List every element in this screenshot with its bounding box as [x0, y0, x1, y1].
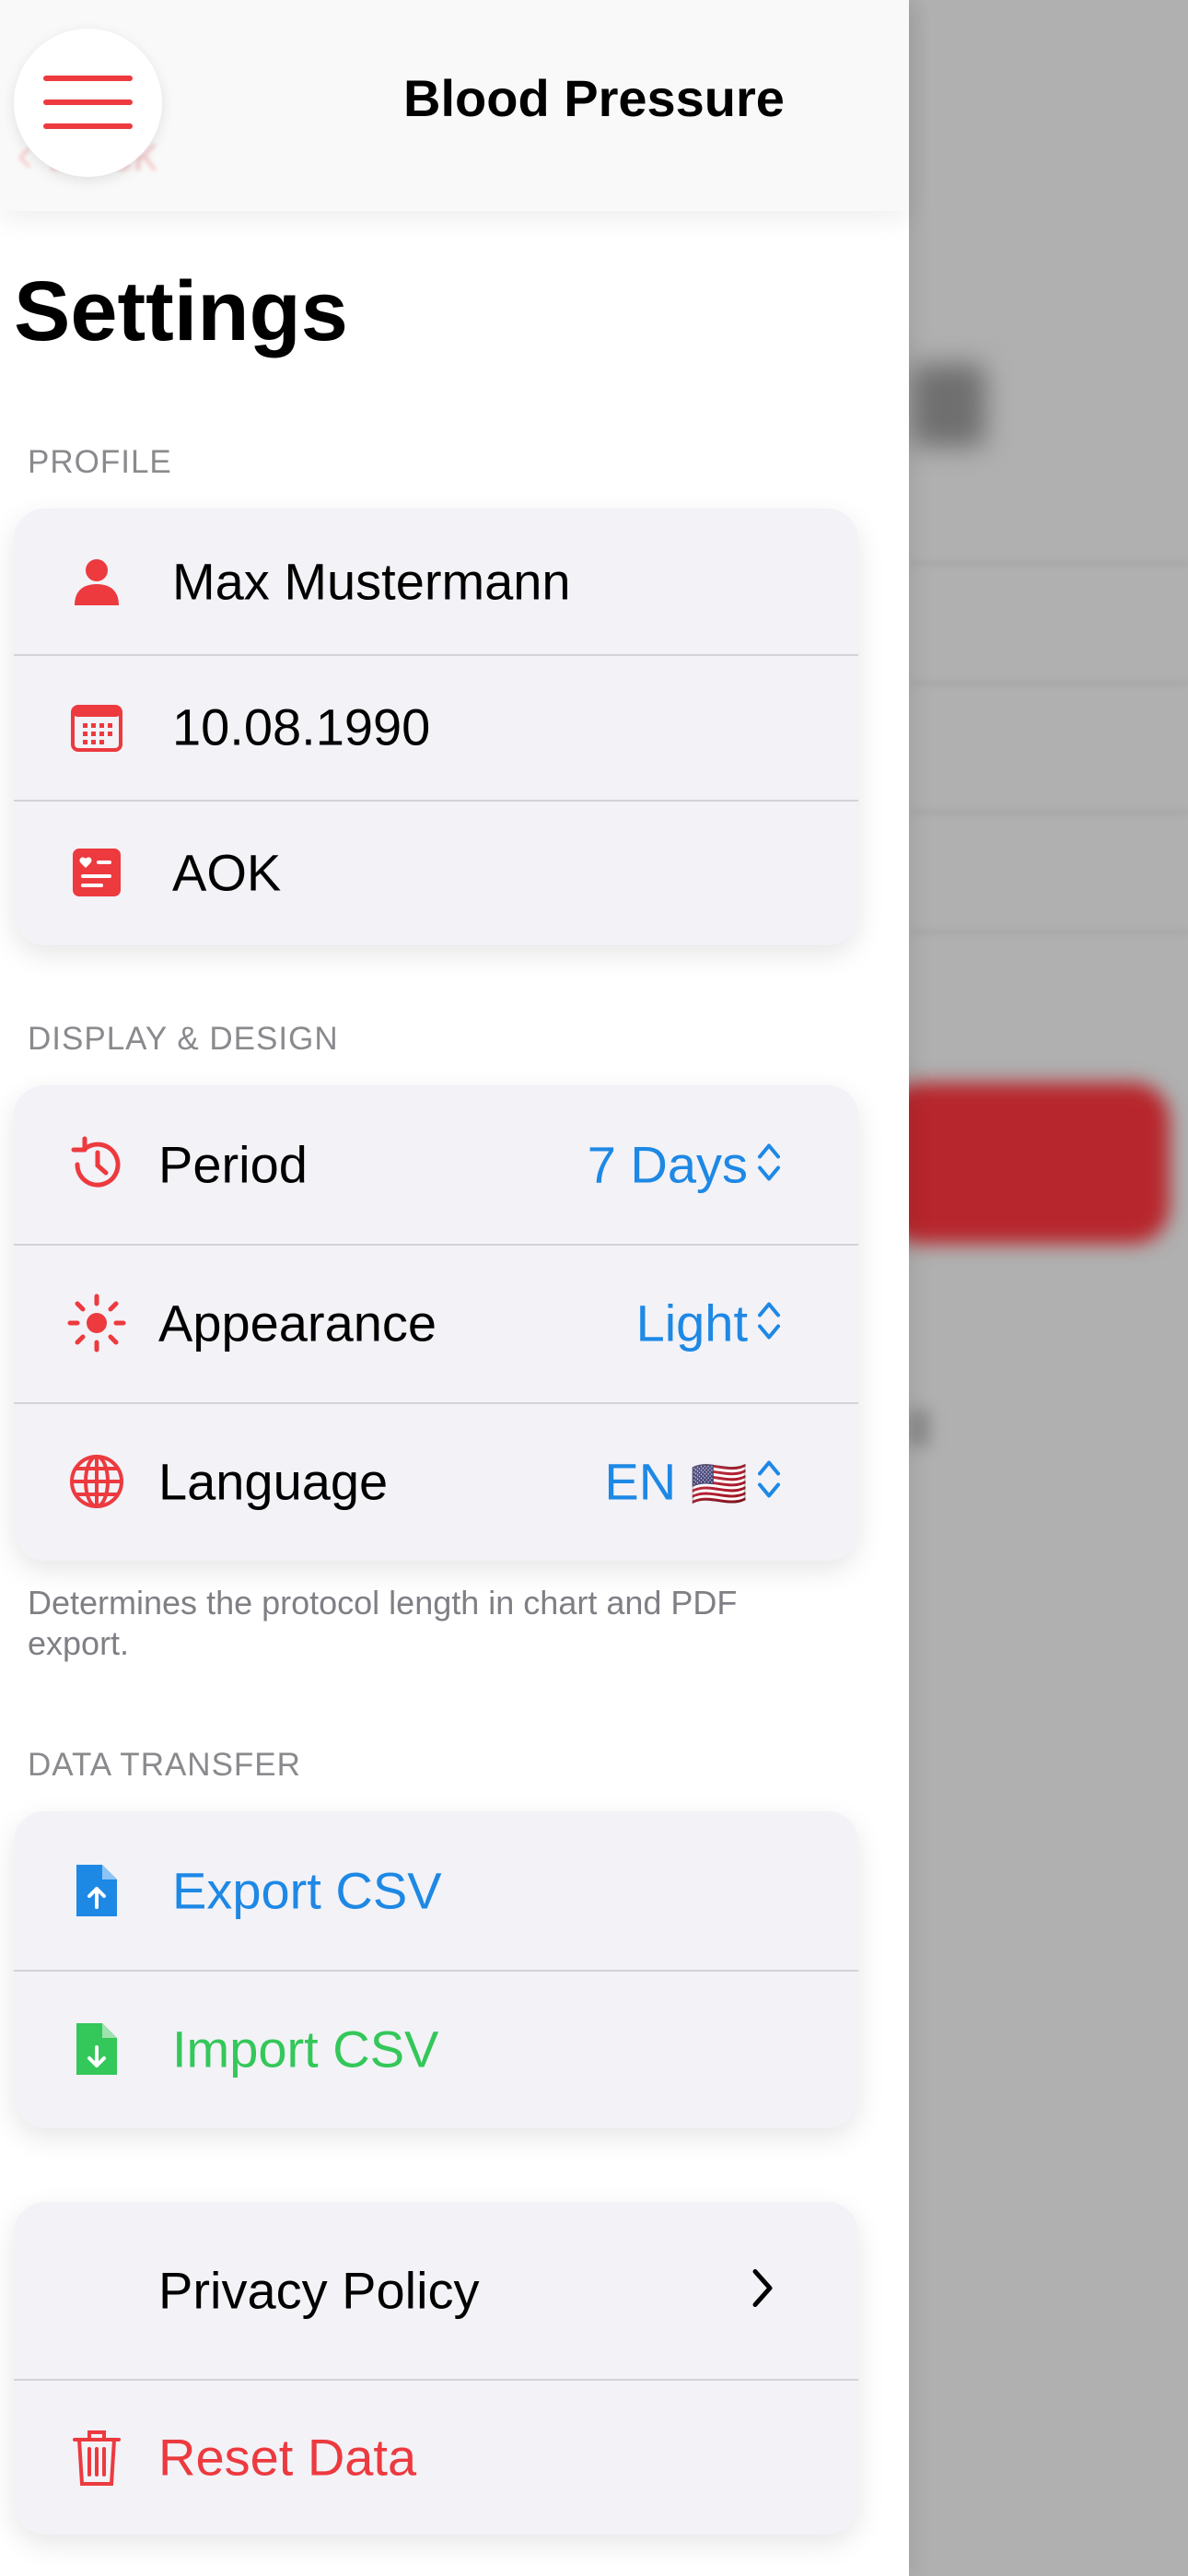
language-label: Language: [158, 1452, 389, 1511]
reset-data-row[interactable]: Reset Data: [14, 2379, 858, 2535]
export-csv-row[interactable]: Export CSV: [14, 1811, 858, 1970]
misc-card: Privacy Policy Reset Data: [14, 2202, 858, 2535]
profile-birthdate: 10.08.1990: [172, 697, 431, 756]
reset-data-label: Reset Data: [158, 2428, 417, 2486]
person-icon: [64, 549, 129, 614]
us-flag-icon: 🇺🇸: [690, 1458, 748, 1510]
health-card-icon: [64, 840, 129, 905]
background-blurred-text: [907, 1410, 930, 1446]
background-divider: [912, 811, 1188, 814]
section-header-display: DISPLAY & DESIGN: [28, 1021, 339, 1057]
history-clock-icon: [64, 1132, 129, 1197]
document-download-icon: [64, 2017, 129, 2081]
background-blurred-button: [884, 1083, 1170, 1244]
globe-icon: [64, 1449, 129, 1514]
profile-name-row[interactable]: Max Mustermann: [14, 509, 858, 654]
profile-insurance-row[interactable]: AOK: [14, 800, 858, 945]
nav-title: Blood Pressure: [403, 69, 785, 127]
appearance-value[interactable]: Light: [636, 1294, 748, 1353]
profile-insurance: AOK: [172, 843, 282, 902]
trash-icon: [64, 2425, 129, 2489]
background-blurred-text: [912, 364, 985, 447]
up-down-chevron-icon: [757, 1142, 781, 1188]
hamburger-menu-icon-bar: [43, 123, 133, 129]
period-footnote: Determines the protocol length in chart …: [28, 1584, 738, 1662]
privacy-policy-row[interactable]: Privacy Policy: [14, 2202, 858, 2379]
hamburger-menu-icon: [43, 76, 133, 81]
settings-drawer: ‹ Back Blood Pressure Settings PROFILE M…: [0, 0, 909, 2576]
profile-card: Max Mustermann 10.08.1990 AOK: [14, 509, 858, 945]
sun-icon: [64, 1291, 129, 1355]
import-csv-row[interactable]: Import CSV: [14, 1970, 858, 2128]
period-value[interactable]: 7 Days: [588, 1135, 748, 1195]
page-title: Settings: [14, 264, 348, 358]
period-label: Period: [158, 1135, 308, 1194]
background-divider: [912, 682, 1188, 685]
hamburger-menu-button[interactable]: [14, 29, 162, 177]
nav-bar: ‹ Back Blood Pressure: [0, 0, 909, 211]
section-header-profile: PROFILE: [28, 444, 172, 480]
language-value[interactable]: EN 🇺🇸: [604, 1452, 748, 1512]
privacy-policy-label: Privacy Policy: [158, 2261, 480, 2320]
profile-birthdate-row[interactable]: 10.08.1990: [14, 654, 858, 800]
display-card: Period 7 Days Appearance Light Language …: [14, 1085, 858, 1561]
up-down-chevron-icon: [757, 1300, 781, 1347]
import-csv-label: Import CSV: [172, 2020, 439, 2078]
section-header-data-transfer: DATA TRANSFER: [28, 1747, 301, 1783]
up-down-chevron-icon: [757, 1458, 781, 1505]
background-divider: [912, 562, 1188, 565]
appearance-label: Appearance: [158, 1294, 437, 1352]
export-csv-label: Export CSV: [172, 1861, 442, 1920]
period-row[interactable]: Period 7 Days: [14, 1085, 858, 1244]
profile-name: Max Mustermann: [172, 552, 571, 611]
language-row[interactable]: Language EN 🇺🇸: [14, 1402, 858, 1561]
calendar-icon: [64, 695, 129, 759]
data-transfer-card: Export CSV Import CSV: [14, 1811, 858, 2128]
background-divider: [912, 931, 1188, 933]
hamburger-menu-icon-bar: [43, 100, 133, 105]
chevron-right-icon: [750, 2268, 775, 2313]
document-upload-icon: [64, 1858, 129, 1923]
appearance-row[interactable]: Appearance Light: [14, 1244, 858, 1402]
